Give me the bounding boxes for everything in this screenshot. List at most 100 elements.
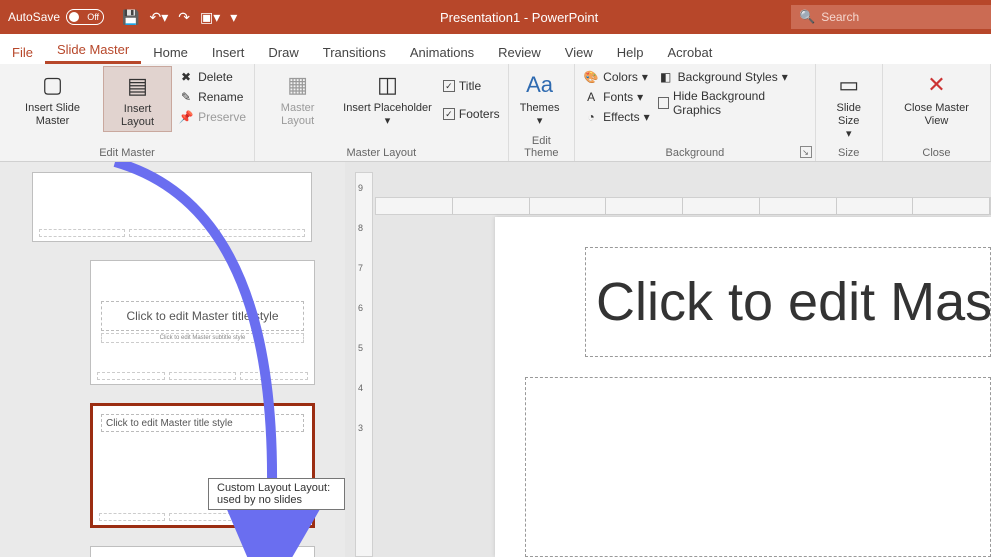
delete-button[interactable]: ✖ Delete	[176, 68, 248, 86]
tab-slide-master[interactable]: Slide Master	[45, 36, 141, 64]
search-icon: 🔍	[799, 9, 815, 25]
layout-thumbnail-1[interactable]: Click to edit Master title style Click t…	[90, 260, 315, 385]
colors-button[interactable]: 🎨Colors ▾	[581, 68, 652, 86]
tab-file[interactable]: File	[0, 39, 45, 64]
effects-label: Effects	[603, 110, 639, 124]
colors-label: Colors	[603, 70, 638, 84]
toggle-knob	[69, 12, 79, 22]
group-label-close: Close	[889, 145, 984, 161]
insert-placeholder-button[interactable]: ◫ Insert Placeholder ▾	[338, 66, 437, 130]
slide-canvas[interactable]: Click to edit Mas	[495, 217, 991, 557]
title-bar: AutoSave Off 💾 ↶▾ ↷ ▣▾ ▾ Presentation1 -…	[0, 0, 991, 34]
fonts-button[interactable]: AFonts ▾	[581, 88, 652, 106]
layout-tooltip: Custom Layout Layout: used by no slides	[208, 478, 345, 510]
group-master-layout: ▦ Master Layout ◫ Insert Placeholder ▾ ✓…	[255, 64, 508, 161]
group-edit-theme: Aa Themes▾ Edit Theme	[509, 64, 576, 161]
layout-thumbnail-3[interactable]	[90, 546, 315, 557]
thumb-title-placeholder: Click to edit Master title style	[101, 301, 304, 331]
bg-styles-label: Background Styles	[678, 70, 778, 84]
ruler-tick: 7	[358, 263, 363, 273]
search-box[interactable]: 🔍 Search	[791, 5, 991, 29]
group-label-edit-theme: Edit Theme	[515, 133, 569, 161]
tab-animations[interactable]: Animations	[398, 39, 486, 64]
thumb-title-placeholder: Click to edit Master title style	[101, 414, 304, 432]
footers-checkbox[interactable]: ✓ Footers	[441, 106, 502, 122]
themes-label: Themes▾	[520, 102, 560, 128]
present-icon[interactable]: ▣▾	[200, 9, 220, 26]
group-size: ▭ Slide Size▾ Size	[816, 64, 883, 161]
tab-review[interactable]: Review	[486, 39, 553, 64]
undo-icon[interactable]: ↶▾	[149, 9, 168, 26]
themes-button[interactable]: Aa Themes▾	[515, 66, 565, 130]
insert-layout-label: Insert Layout	[108, 103, 167, 129]
slide-size-icon: ▭	[833, 68, 865, 100]
background-styles-button[interactable]: ◧Background Styles ▾	[656, 68, 809, 86]
workspace: Click to edit Master title style Click t…	[0, 162, 991, 557]
master-layout-label: Master Layout	[265, 102, 330, 128]
horizontal-ruler[interactable]	[375, 197, 991, 215]
close-master-label: Close Master View	[893, 102, 980, 128]
search-placeholder: Search	[821, 10, 859, 24]
document-title: Presentation1 - PowerPoint	[247, 10, 791, 25]
master-layout-icon: ▦	[282, 68, 314, 100]
vertical-ruler[interactable]: 9 8 7 6 5 4 3	[355, 172, 373, 557]
save-icon[interactable]: 💾	[122, 9, 139, 26]
hide-bg-label: Hide Background Graphics	[673, 89, 807, 117]
tab-insert[interactable]: Insert	[200, 39, 257, 64]
preserve-button[interactable]: 📌Preserve	[176, 108, 248, 126]
tab-help[interactable]: Help	[605, 39, 656, 64]
customize-qat-icon[interactable]: ▾	[230, 9, 237, 26]
tab-view[interactable]: View	[553, 39, 605, 64]
ruler-tick: 6	[358, 303, 363, 313]
insert-placeholder-label: Insert Placeholder ▾	[342, 102, 433, 128]
insert-slide-master-icon: ▢	[37, 68, 69, 100]
insert-slide-master-label: Insert Slide Master	[10, 102, 95, 128]
title-checkbox[interactable]: ✓Title	[441, 78, 502, 94]
footers-chk-label: Footers	[459, 107, 500, 121]
group-close: ✕ Close Master View Close	[883, 64, 991, 161]
insert-placeholder-icon: ◫	[372, 68, 404, 100]
group-edit-master: ▢ Insert Slide Master ▤ Insert Layout ✖ D…	[0, 64, 255, 161]
effects-button[interactable]: ◔Effects ▾	[581, 108, 652, 126]
autosave-label: AutoSave	[8, 10, 60, 24]
effects-icon: ◔	[583, 109, 599, 125]
ruler-tick: 5	[358, 343, 363, 353]
colors-icon: 🎨	[583, 69, 599, 85]
close-master-view-button[interactable]: ✕ Close Master View	[889, 66, 984, 130]
delete-label: Delete	[198, 70, 233, 84]
toggle-switch[interactable]: Off	[66, 9, 104, 25]
hide-bg-checkbox[interactable]: Hide Background Graphics	[656, 88, 809, 118]
themes-icon: Aa	[524, 68, 556, 100]
bg-styles-icon: ◧	[658, 69, 674, 85]
checkbox-empty-icon	[658, 97, 669, 109]
body-placeholder[interactable]	[525, 377, 991, 557]
background-launcher[interactable]: ↘	[800, 146, 812, 158]
delete-icon: ✖	[178, 69, 194, 85]
ruler-tick: 8	[358, 223, 363, 233]
ribbon-tabs: File Slide Master Home Insert Draw Trans…	[0, 34, 991, 64]
checkbox-checked-icon: ✓	[443, 108, 455, 120]
tab-draw[interactable]: Draw	[256, 39, 310, 64]
slide-size-label: Slide Size▾	[826, 102, 872, 141]
insert-slide-master-button[interactable]: ▢ Insert Slide Master	[6, 66, 99, 130]
slide-edit-area: 9 8 7 6 5 4 3 Click to edit Mas	[345, 162, 991, 557]
tab-home[interactable]: Home	[141, 39, 200, 64]
redo-icon[interactable]: ↷	[178, 9, 190, 26]
tab-acrobat[interactable]: Acrobat	[656, 39, 725, 64]
tab-transitions[interactable]: Transitions	[311, 39, 398, 64]
checkbox-checked-icon: ✓	[443, 80, 455, 92]
master-layout-button[interactable]: ▦ Master Layout	[261, 66, 334, 130]
slide-master-thumbnail[interactable]	[32, 172, 312, 242]
group-label-background: Background	[581, 145, 808, 161]
slide-size-button[interactable]: ▭ Slide Size▾	[822, 66, 876, 143]
autosave-toggle[interactable]: AutoSave Off	[0, 9, 112, 25]
ribbon: ▢ Insert Slide Master ▤ Insert Layout ✖ D…	[0, 64, 991, 162]
group-label-edit-master: Edit Master	[6, 145, 248, 161]
group-background: 🎨Colors ▾ AFonts ▾ ◔Effects ▾ ◧Backgroun…	[575, 64, 815, 161]
thumbnail-panel[interactable]: Click to edit Master title style Click t…	[0, 162, 345, 557]
title-placeholder[interactable]: Click to edit Mas	[585, 247, 991, 357]
insert-layout-button[interactable]: ▤ Insert Layout	[103, 66, 172, 132]
rename-button[interactable]: ✎Rename	[176, 88, 248, 106]
insert-layout-icon: ▤	[122, 69, 154, 101]
toggle-state: Off	[87, 12, 99, 22]
